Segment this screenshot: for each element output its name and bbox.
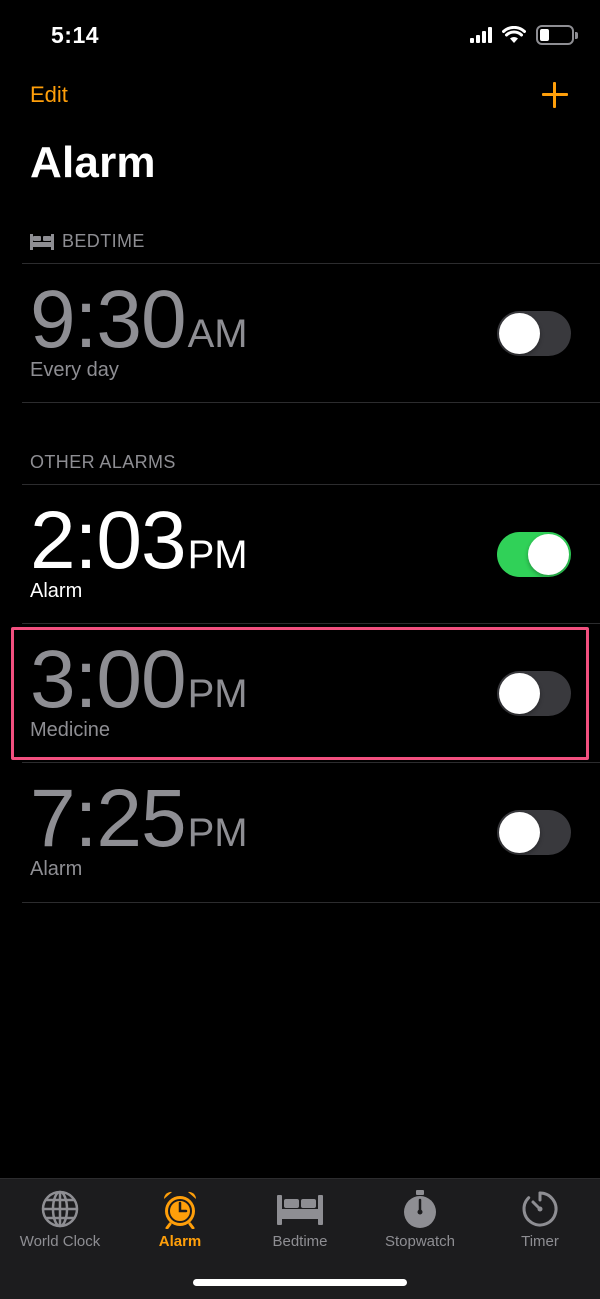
alarm-row[interactable]: 2:03PM Alarm: [0, 484, 600, 624]
tab-alarm[interactable]: Alarm: [120, 1189, 240, 1250]
alarm-ampm: PM: [187, 811, 248, 855]
alarm-toggle[interactable]: [497, 532, 571, 577]
tab-stopwatch[interactable]: Stopwatch: [360, 1189, 480, 1250]
alarm-time: 9:30AM: [30, 279, 248, 361]
alarm-ampm: AM: [187, 312, 248, 356]
other-alarms-section-header: OTHER ALARMS: [30, 452, 176, 473]
alarm-time-value: 9:30: [30, 274, 187, 365]
toggle-knob: [499, 673, 540, 714]
alarm-time: 2:03PM: [30, 500, 248, 582]
alarm-clock-icon: [163, 1191, 197, 1229]
alarm-ampm: PM: [187, 533, 248, 577]
tab-timer[interactable]: Timer: [480, 1189, 600, 1250]
toggle-knob: [499, 812, 540, 853]
bed-icon: [277, 1195, 323, 1225]
tab-label: Stopwatch: [384, 1233, 456, 1250]
tab-label: Bedtime: [272, 1233, 328, 1250]
tab-bedtime[interactable]: Bedtime: [240, 1189, 360, 1250]
edit-button[interactable]: Edit: [30, 82, 68, 108]
alarm-time: 7:25PM: [30, 778, 248, 860]
tab-world-clock[interactable]: World Clock: [0, 1189, 120, 1250]
alarm-label: Every day: [30, 359, 119, 381]
status-icons: [470, 25, 578, 45]
battery-level: [540, 29, 549, 41]
alarm-label: Medicine: [30, 719, 111, 741]
status-bar: 5:14: [0, 0, 600, 72]
cellular-signal-icon: [470, 27, 492, 43]
status-time: 5:14: [51, 22, 100, 48]
toggle-knob: [499, 313, 540, 354]
plus-icon[interactable]: [540, 80, 570, 110]
alarm-time-value: 3:00: [30, 634, 187, 725]
tab-label: Timer: [521, 1233, 559, 1250]
bed-icon: [30, 233, 54, 250]
tab-label: Alarm: [158, 1233, 202, 1250]
alarm-toggle[interactable]: [497, 671, 571, 716]
bedtime-section-header: BEDTIME: [30, 231, 145, 252]
alarm-time-value: 2:03: [30, 495, 187, 586]
alarm-toggle[interactable]: [497, 311, 571, 356]
divider: [22, 902, 600, 903]
alarm-toggle[interactable]: [497, 810, 571, 855]
other-alarms-section-label: OTHER ALARMS: [30, 452, 176, 472]
bedtime-alarm-row[interactable]: 9:30AM Every day: [0, 263, 600, 403]
globe-icon: [41, 1190, 79, 1228]
wifi-icon: [502, 26, 526, 43]
alarm-row[interactable]: 3:00PM Medicine: [0, 623, 600, 763]
page-title: Alarm: [30, 138, 156, 187]
alarm-time: 3:00PM: [30, 639, 248, 721]
stopwatch-icon: [404, 1190, 436, 1228]
alarm-label: Alarm: [30, 858, 83, 880]
alarm-row[interactable]: 7:25PM Alarm: [0, 762, 600, 902]
alarm-time-value: 7:25: [30, 773, 187, 864]
timer-icon: [522, 1191, 558, 1227]
alarm-ampm: PM: [187, 672, 248, 716]
tab-label: World Clock: [19, 1233, 101, 1250]
battery-icon: [536, 25, 578, 45]
alarm-label: Alarm: [30, 580, 83, 602]
bedtime-section-label: BEDTIME: [62, 231, 145, 251]
divider: [22, 402, 600, 403]
toggle-knob: [528, 534, 569, 575]
home-indicator[interactable]: [193, 1279, 407, 1286]
